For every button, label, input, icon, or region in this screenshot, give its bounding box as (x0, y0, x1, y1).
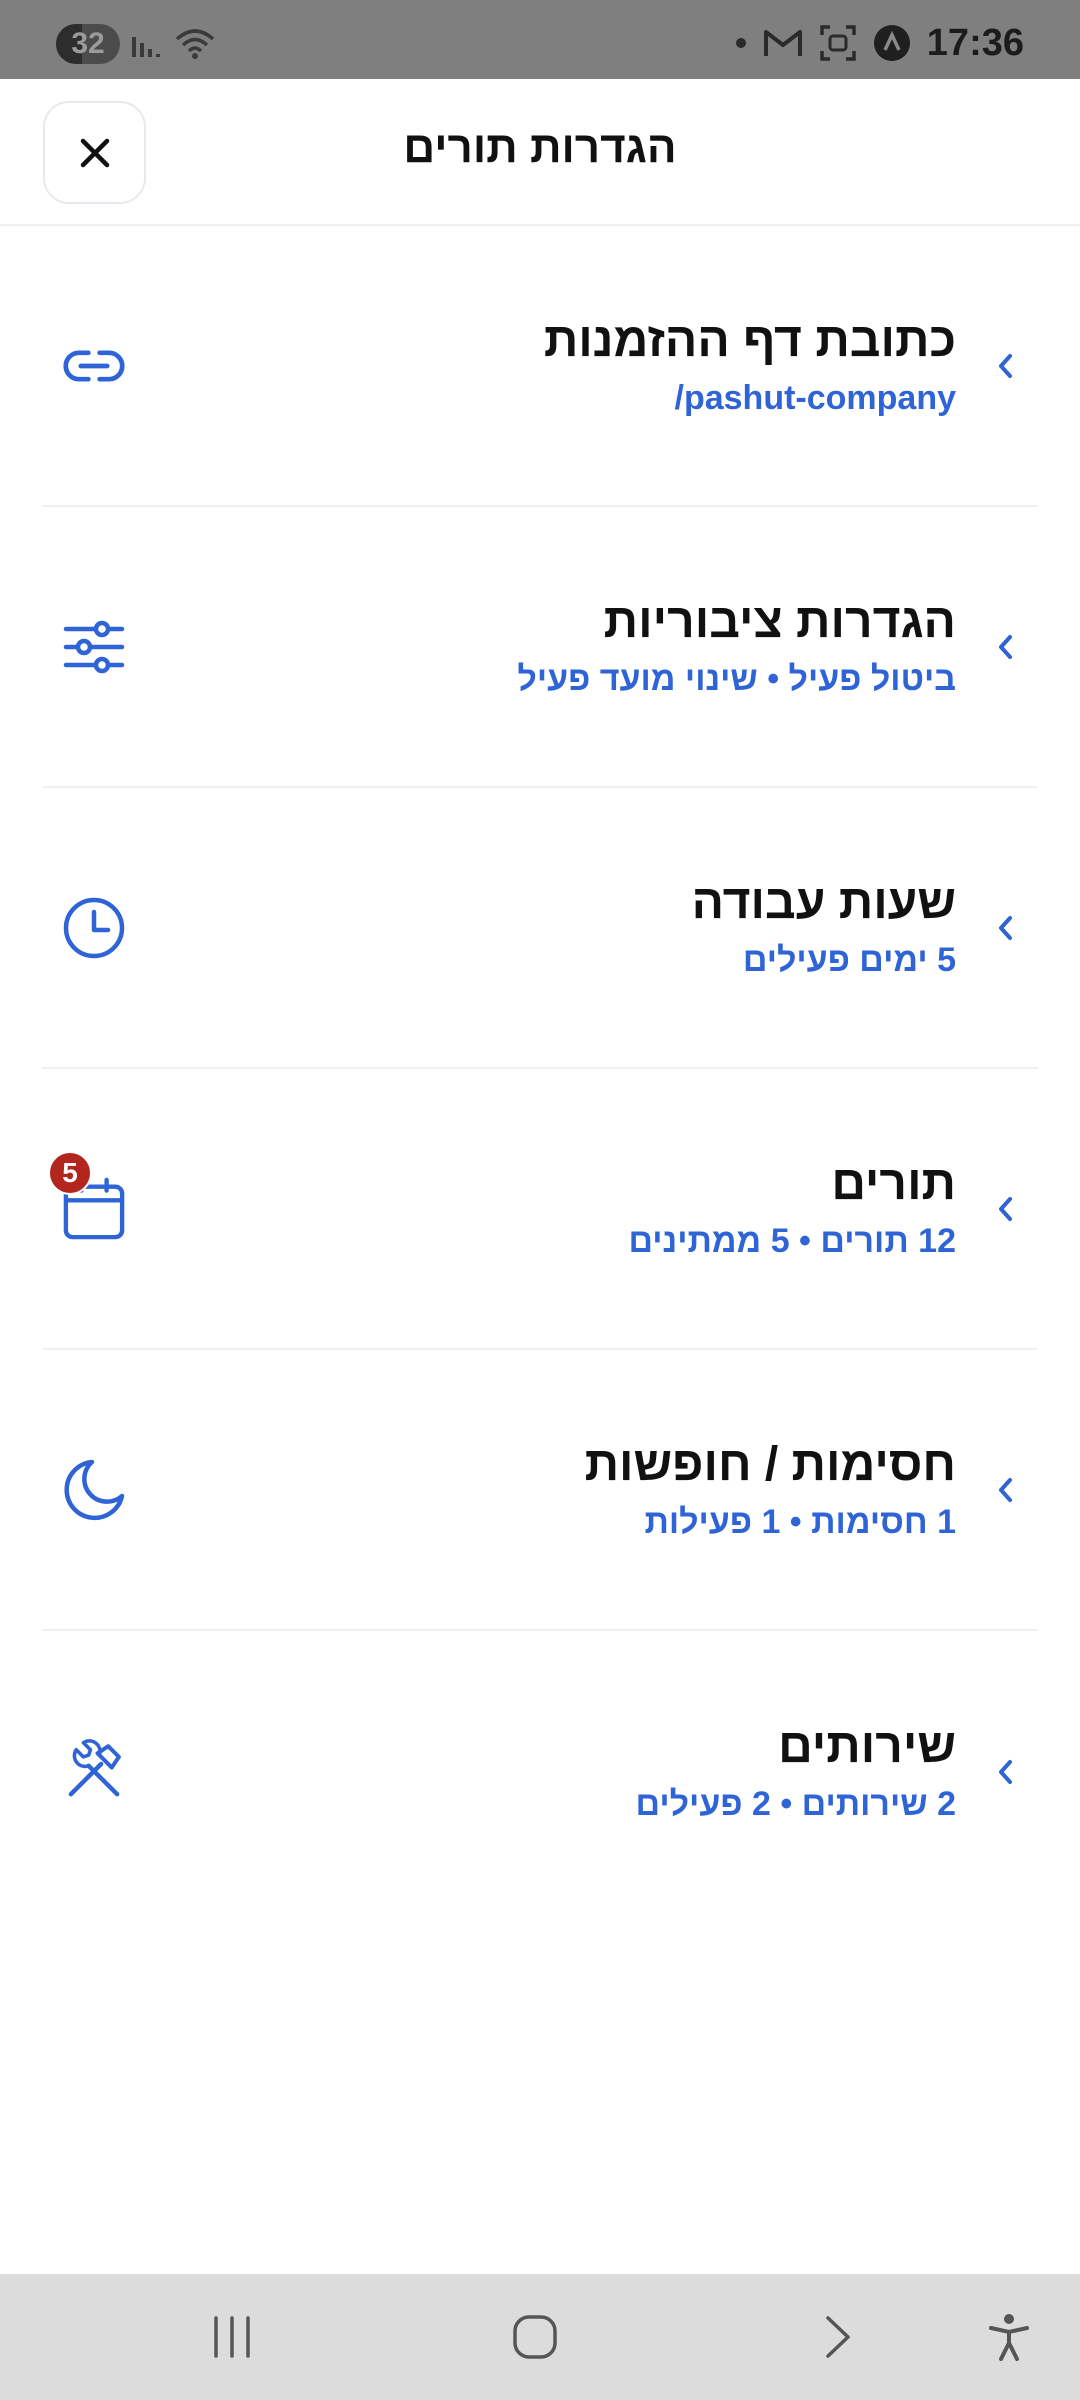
accessibility-icon[interactable] (979, 2307, 1039, 2367)
chevron-left-icon (992, 1194, 1018, 1224)
settings-item-services[interactable]: שירותים 2 שירותים • 2 פעילים (42, 1631, 1038, 1912)
sliders-icon (62, 615, 126, 679)
vpn-icon (873, 24, 911, 62)
settings-item-subtitle: 2 שירותים • 2 פעילים (635, 1784, 956, 1823)
screenshot-icon (819, 24, 857, 62)
settings-item-title: תורים (831, 1156, 956, 1210)
pending-count-badge: 5 (48, 1150, 92, 1195)
settings-item-subtitle: 5 ימים פעילים (742, 940, 956, 979)
system-nav-bar (0, 2274, 1080, 2400)
signal-icon (130, 29, 164, 59)
settings-list: כתובת דף ההזמנות /pashut-company הגדרות … (42, 226, 1038, 1912)
chevron-left-icon (992, 1757, 1018, 1787)
gmail-icon (763, 27, 803, 59)
tools-icon (62, 1738, 126, 1804)
recents-icon[interactable] (202, 2307, 262, 2367)
status-bar-right: 17:36 (735, 20, 1024, 66)
chevron-left-icon (992, 913, 1018, 943)
settings-item-subtitle: 12 תורים • 5 ממתינים (628, 1221, 956, 1260)
calendar-icon: 5 (48, 1150, 126, 1241)
chevron-left-icon (992, 632, 1018, 662)
chevron-left-icon (992, 351, 1018, 381)
battery-level: 32 (71, 27, 105, 60)
settings-item-blocks-vacations[interactable]: חסימות / חופשות 1 חסימות • 1 פעילות (42, 1350, 1038, 1631)
page-title: הגדרות תורים (403, 123, 677, 172)
status-time: 17:36 (926, 21, 1024, 64)
settings-item-title: חסימות / חופשות (584, 1437, 956, 1491)
back-icon[interactable] (807, 2307, 867, 2367)
link-icon (62, 334, 126, 398)
settings-item-title: שעות עבודה (691, 875, 956, 929)
home-icon[interactable] (505, 2307, 565, 2367)
settings-item-subtitle: /pashut-company (674, 378, 956, 417)
settings-item-appointments[interactable]: תורים 12 תורים • 5 ממתינים 5 (42, 1069, 1038, 1350)
settings-item-title: שירותים (778, 1719, 956, 1773)
settings-item-public-settings[interactable]: הגדרות ציבוריות ביטול פעיל • שינוי מועד … (42, 507, 1038, 788)
settings-item-subtitle: ביטול פעיל • שינוי מועד פעיל (517, 659, 956, 698)
settings-item-title: הגדרות ציבוריות (603, 594, 956, 648)
settings-item-working-hours[interactable]: שעות עבודה 5 ימים פעילים (42, 788, 1038, 1069)
wifi-icon (174, 27, 216, 61)
battery-indicator: 32 (56, 24, 120, 64)
moon-icon (62, 1458, 126, 1522)
settings-item-subtitle: 1 חסימות • 1 פעילות (644, 1502, 956, 1541)
status-bar: 32 17:36 (0, 0, 1080, 79)
page-header: הגדרות תורים (0, 79, 1080, 226)
settings-item-title: כתובת דף ההזמנות (543, 313, 956, 367)
dot-icon (735, 37, 747, 49)
clock-icon (62, 896, 126, 960)
settings-item-booking-url[interactable]: כתובת דף ההזמנות /pashut-company (42, 226, 1038, 507)
chevron-left-icon (992, 1475, 1018, 1505)
status-bar-left: 32 (56, 24, 216, 64)
